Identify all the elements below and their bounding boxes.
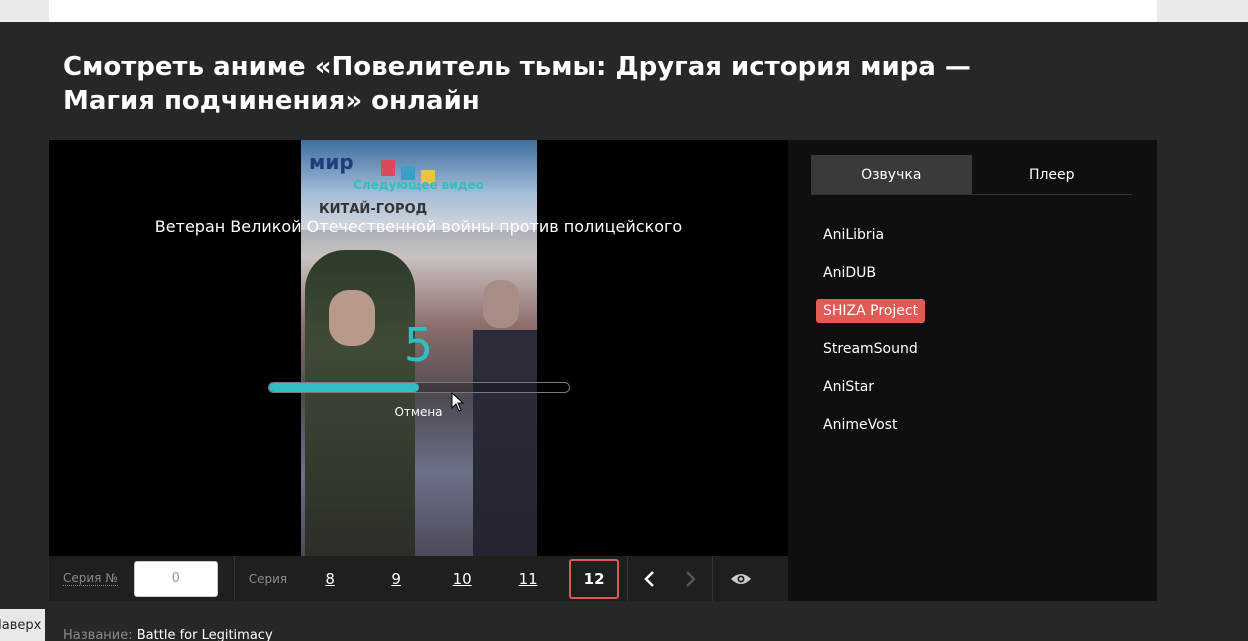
episode-list-section: Серия 8 9 10 11 12: [235, 556, 629, 601]
next-video-label: Следующее видео: [353, 178, 484, 192]
watched-toggle-button[interactable]: [713, 556, 769, 601]
cancel-button[interactable]: Отмена: [49, 405, 788, 419]
voiceover-item-label[interactable]: AniStar: [816, 375, 881, 399]
voiceover-item[interactable]: AniLibria: [816, 216, 925, 254]
mouse-cursor-icon: [451, 392, 465, 412]
episode-number-label: Серия №: [63, 571, 118, 586]
chevron-left-icon: [644, 570, 654, 587]
next-video-title[interactable]: Ветеран Великой Отечественной войны прот…: [49, 217, 788, 236]
video-sign-word2: КИТАЙ-ГОРОД: [319, 202, 428, 217]
tab-voiceover[interactable]: Озвучка: [811, 155, 972, 194]
voiceover-item-label[interactable]: AnimeVost: [816, 413, 904, 437]
eye-icon: [731, 573, 752, 584]
tab-player[interactable]: Плеер: [972, 155, 1133, 194]
episode-button[interactable]: 8: [305, 559, 355, 599]
episode-nav-section: [628, 556, 714, 601]
side-tabs: Озвучка Плеер: [811, 155, 1132, 195]
video-player[interactable]: мир КИТАЙ-ГОРОД Следующее видео Ветеран …: [49, 140, 788, 556]
voiceover-item-label[interactable]: SHIZA Project: [816, 299, 926, 323]
countdown-progress: [268, 382, 570, 393]
side-panel: Озвучка Плеер AniLibria AniDUB SHIZA Pro…: [788, 140, 1157, 601]
voiceover-item-active[interactable]: SHIZA Project: [816, 292, 926, 330]
next-episode-button[interactable]: [670, 556, 712, 601]
voiceover-item-label[interactable]: AniDUB: [816, 261, 883, 285]
episode-button[interactable]: 9: [371, 559, 421, 599]
page-title: Смотреть аниме «Повелитель тьмы: Другая …: [63, 52, 971, 116]
countdown-number: 5: [403, 318, 434, 372]
scroll-to-top-button[interactable]: Наверх: [0, 609, 45, 641]
episode-button[interactable]: 11: [503, 559, 553, 599]
episode-button[interactable]: 10: [437, 559, 487, 599]
top-strip-inner: [49, 0, 1157, 22]
video-sign-word: мир: [309, 150, 354, 174]
voiceover-item-label[interactable]: AniLibria: [816, 223, 891, 247]
episode-number-section: Серия №: [49, 556, 235, 601]
scroll-to-top-label: Наверх: [0, 617, 42, 633]
voiceover-item-label[interactable]: StreamSound: [816, 337, 925, 361]
voiceover-item[interactable]: AniDUB: [816, 254, 925, 292]
video-balloon: [381, 160, 395, 176]
countdown-progress-fill: [269, 383, 419, 392]
prev-episode-button[interactable]: [628, 556, 670, 601]
voiceover-item[interactable]: AnimeVost: [816, 406, 925, 444]
episode-button-active[interactable]: 12: [569, 558, 620, 599]
info-name-value: Battle for Legitimacy: [136, 628, 273, 641]
voiceover-item[interactable]: StreamSound: [816, 330, 925, 368]
top-strip: [0, 0, 1248, 22]
info-name-line: Название: Battle for Legitimacy: [63, 628, 273, 641]
episode-number-input[interactable]: [133, 560, 218, 597]
player-controls: Серия № Серия 8 9 10 11 12: [49, 556, 788, 601]
voiceover-item[interactable]: AniStar: [816, 368, 925, 406]
info-name-label: Название:: [63, 628, 133, 641]
episode-label: Серия: [248, 571, 288, 586]
voiceover-list: AniLibria AniDUB SHIZA Project StreamSou…: [816, 216, 926, 444]
chevron-right-icon: [686, 570, 696, 587]
